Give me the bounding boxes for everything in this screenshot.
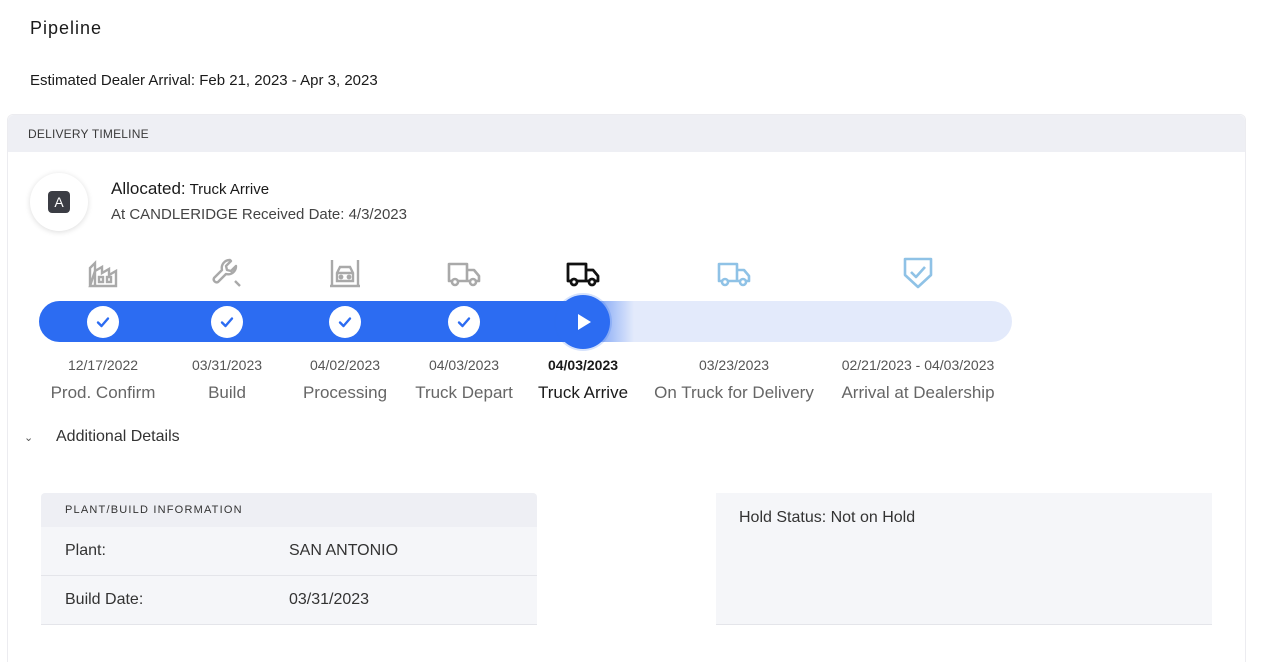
row-value: SAN ANTONIO bbox=[289, 542, 399, 559]
play-icon bbox=[578, 314, 591, 330]
card-header: DELIVERY TIMELINE bbox=[8, 115, 1245, 152]
stage-label: Truck Depart bbox=[415, 383, 513, 402]
card-header-title: DELIVERY TIMELINE bbox=[28, 126, 149, 141]
row-value: 03/31/2023 bbox=[289, 591, 370, 608]
factory-icon bbox=[83, 253, 123, 293]
stage-date: 04/03/2023 bbox=[428, 357, 500, 373]
stage-complete-check bbox=[448, 306, 480, 338]
truck-icon bbox=[714, 253, 754, 293]
status-stage: Truck Arrive bbox=[189, 181, 270, 198]
stage-date: 03/31/2023 bbox=[191, 357, 263, 373]
stage-complete-check bbox=[87, 306, 119, 338]
row-key: Plant: bbox=[65, 542, 106, 559]
truck-icon bbox=[444, 253, 484, 293]
stage-date: 12/17/2022 bbox=[67, 357, 139, 373]
additional-details-label: Additional Details bbox=[56, 428, 180, 445]
wrench-icon bbox=[207, 253, 247, 293]
check-icon bbox=[338, 317, 352, 328]
status-avatar-letter: A bbox=[48, 191, 70, 213]
status-state: Allocated: bbox=[111, 179, 186, 198]
row-key: Build Date: bbox=[65, 591, 144, 608]
stage-complete-check bbox=[329, 306, 361, 338]
chevron-down-icon: ⌄ bbox=[24, 431, 34, 444]
stage-label: Processing bbox=[302, 383, 388, 402]
stage-date: 04/03/2023 bbox=[547, 357, 619, 373]
check-icon bbox=[220, 317, 234, 328]
hold-status: Hold Status: Not on Hold bbox=[739, 509, 916, 526]
delivery-timeline-card: DELIVERY TIMELINE A Allocated: Truck Arr… bbox=[7, 114, 1246, 662]
stage-date: 04/02/2023 bbox=[309, 357, 381, 373]
plant-build-info: PLANT/BUILD INFORMATION Plant: SAN ANTON… bbox=[41, 493, 537, 625]
status-line: Allocated: Truck Arrive bbox=[111, 179, 269, 199]
stage-label: Build bbox=[208, 383, 246, 402]
hold-status-panel: Hold Status: Not on Hold bbox=[716, 493, 1212, 625]
shield-check-icon bbox=[898, 253, 938, 293]
processing-icon bbox=[325, 253, 365, 293]
table-row: Plant: SAN ANTONIO bbox=[41, 527, 537, 576]
progress-track bbox=[39, 301, 1012, 342]
stage-label: Truck Arrive bbox=[537, 383, 629, 402]
stage-label: On Truck for Delivery bbox=[654, 383, 814, 402]
check-icon bbox=[457, 317, 471, 328]
plant-build-header: PLANT/BUILD INFORMATION bbox=[41, 493, 537, 527]
current-stage-marker bbox=[556, 295, 610, 349]
page-title: Pipeline bbox=[30, 18, 103, 38]
estimated-dealer-arrival: Estimated Dealer Arrival: Feb 21, 2023 -… bbox=[30, 72, 378, 89]
stage-date: 03/23/2023 bbox=[698, 357, 770, 373]
table-row: Build Date: 03/31/2023 bbox=[41, 576, 537, 625]
stage-label: Arrival at Dealership bbox=[841, 383, 995, 402]
status-subtitle: At CANDLERIDGE Received Date: 4/3/2023 bbox=[111, 206, 407, 223]
stage-label: Prod. Confirm bbox=[50, 383, 156, 402]
additional-details-toggle[interactable]: ⌄ Additional Details bbox=[24, 428, 180, 446]
status-avatar: A bbox=[30, 173, 88, 231]
truck-icon bbox=[563, 253, 603, 293]
check-icon bbox=[96, 317, 110, 328]
stage-complete-check bbox=[211, 306, 243, 338]
stage-date: 02/21/2023 - 04/03/2023 bbox=[841, 357, 995, 373]
